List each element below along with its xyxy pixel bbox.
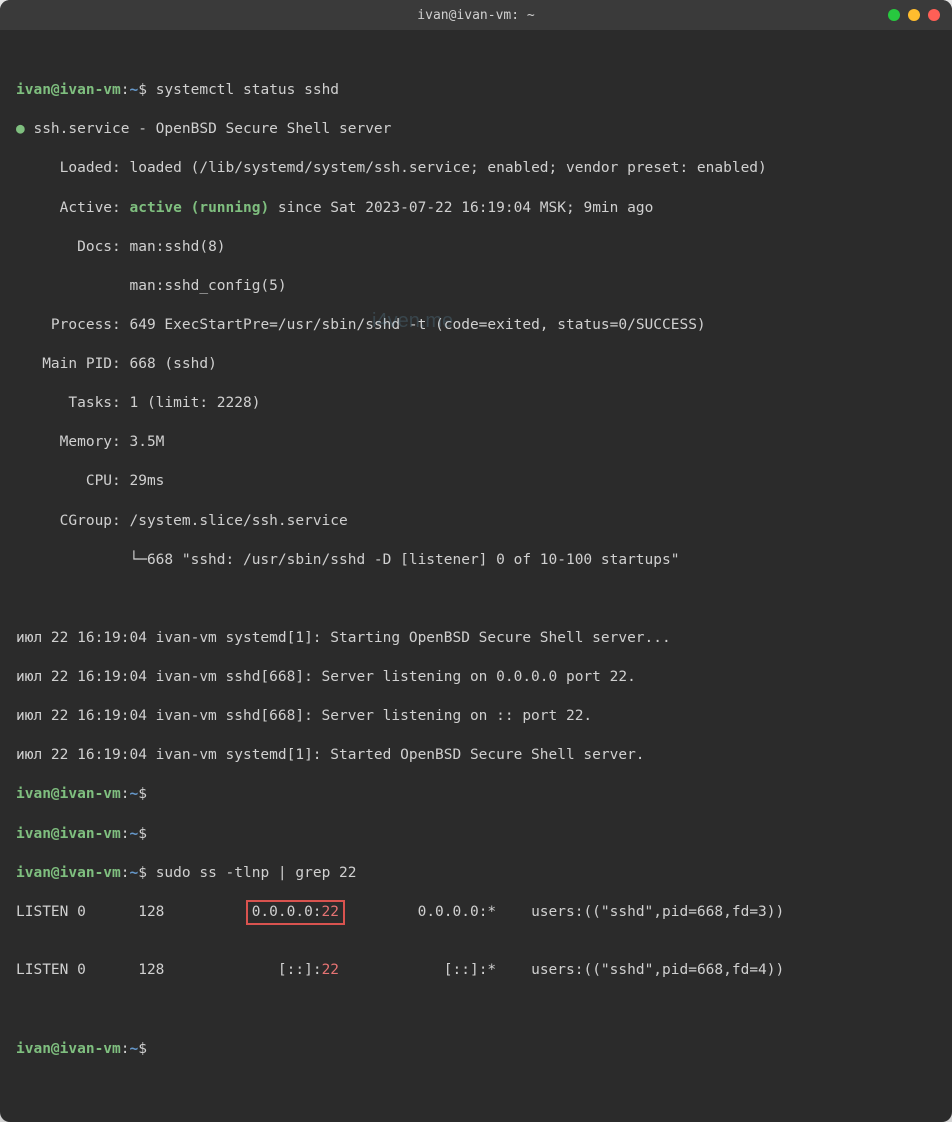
process-label: Process: bbox=[16, 317, 121, 333]
prompt-path: ~ bbox=[130, 82, 139, 98]
cpu-value: 29ms bbox=[121, 473, 165, 489]
command-1: systemctl status sshd bbox=[156, 82, 339, 98]
prompt-user: ivan@ivan-vm bbox=[16, 82, 121, 98]
maximize-button[interactable] bbox=[908, 9, 920, 21]
active-status: active (running) bbox=[130, 200, 270, 216]
ss-row2-state: LISTEN 0 128 bbox=[16, 962, 278, 978]
highlighted-address: 0.0.0.0:22 bbox=[246, 900, 345, 926]
ss-row2-rest: [::]:* users:(("sshd",pid=668,fd=4)) bbox=[339, 962, 784, 978]
command-2: sudo ss -tlnp | grep 22 bbox=[156, 865, 357, 881]
memory-label: Memory: bbox=[16, 434, 121, 450]
ss-row1-rest: 0.0.0.0:* users:(("sshd",pid=668,fd=3)) bbox=[339, 904, 784, 920]
window-title: ivan@ivan-vm: ~ bbox=[417, 8, 534, 23]
docs-2: man:sshd_config(5) bbox=[16, 278, 287, 294]
ss-row2-ip: [::]: bbox=[278, 962, 322, 978]
loaded-label: Loaded: bbox=[16, 160, 121, 176]
prompt-user: ivan@ivan-vm bbox=[16, 865, 121, 881]
docs-label: Docs: bbox=[16, 239, 121, 255]
ss-row1-state: LISTEN 0 128 bbox=[16, 904, 252, 920]
loaded-value: loaded (/lib/systemd/system/ssh.service;… bbox=[121, 160, 767, 176]
mainpid-label: Main PID: bbox=[16, 356, 121, 372]
tasks-label: Tasks: bbox=[16, 395, 121, 411]
ss-row1-ip: 0.0.0.0: bbox=[252, 904, 322, 920]
ss-row1-port: 22 bbox=[322, 904, 339, 920]
prompt-user: ivan@ivan-vm bbox=[16, 1041, 121, 1057]
prompt-user: ivan@ivan-vm bbox=[16, 826, 121, 842]
close-button[interactable] bbox=[928, 9, 940, 21]
title-bar: ivan@ivan-vm: ~ bbox=[0, 0, 952, 30]
terminal-body[interactable]: i4ven.me ivan@ivan-vm:~$ systemctl statu… bbox=[0, 30, 952, 1122]
prompt-path: ~ bbox=[130, 865, 139, 881]
process-value: 649 ExecStartPre=/usr/sbin/sshd -t (code… bbox=[121, 317, 706, 333]
memory-value: 3.5M bbox=[121, 434, 165, 450]
service-name: ssh.service - OpenBSD Secure Shell serve… bbox=[33, 121, 391, 137]
active-since: since Sat 2023-07-22 16:19:04 MSK; 9min … bbox=[269, 200, 653, 216]
active-label: Active: bbox=[16, 200, 130, 216]
status-dot-icon: ● bbox=[16, 121, 25, 137]
minimize-button[interactable] bbox=[888, 9, 900, 21]
cgroup-label: CGroup: bbox=[16, 513, 121, 529]
log-line-4: июл 22 16:19:04 ivan-vm systemd[1]: Star… bbox=[16, 747, 645, 763]
prompt-path: ~ bbox=[130, 826, 139, 842]
cgroup-value: /system.slice/ssh.service bbox=[121, 513, 348, 529]
log-line-2: июл 22 16:19:04 ivan-vm sshd[668]: Serve… bbox=[16, 669, 636, 685]
log-line-3: июл 22 16:19:04 ivan-vm sshd[668]: Serve… bbox=[16, 708, 592, 724]
cgroup-tree: └─668 "sshd: /usr/sbin/sshd -D [listener… bbox=[16, 552, 679, 568]
prompt-path: ~ bbox=[130, 786, 139, 802]
prompt-path: ~ bbox=[130, 1041, 139, 1057]
log-line-1: июл 22 16:19:04 ivan-vm systemd[1]: Star… bbox=[16, 630, 671, 646]
tasks-value: 1 (limit: 2228) bbox=[121, 395, 261, 411]
docs-1: man:sshd(8) bbox=[121, 239, 226, 255]
ss-row2-port: 22 bbox=[322, 962, 339, 978]
terminal-window: ivan@ivan-vm: ~ i4ven.me ivan@ivan-vm:~$… bbox=[0, 0, 952, 1122]
cpu-label: CPU: bbox=[16, 473, 121, 489]
prompt-user: ivan@ivan-vm bbox=[16, 786, 121, 802]
mainpid-value: 668 (sshd) bbox=[121, 356, 217, 372]
window-controls bbox=[888, 9, 940, 21]
